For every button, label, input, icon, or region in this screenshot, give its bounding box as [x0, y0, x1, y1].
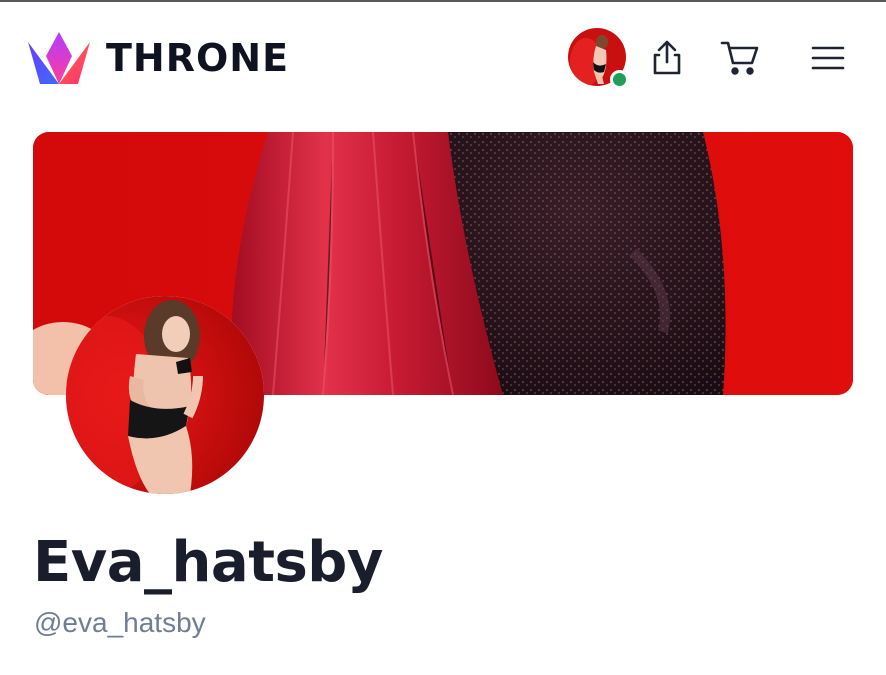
cart-button[interactable] [720, 38, 760, 78]
site-header: THRONE [0, 2, 886, 112]
brand-logo-link[interactable]: THRONE [26, 30, 289, 86]
brand-name: THRONE [106, 36, 290, 80]
menu-button[interactable] [808, 38, 848, 78]
online-status-dot [610, 70, 629, 89]
crown-logo-icon [28, 32, 90, 84]
hamburger-menu-icon [811, 46, 845, 70]
user-avatar-button[interactable] [568, 28, 629, 89]
cart-icon [720, 41, 759, 75]
share-button[interactable] [647, 38, 687, 78]
profile-photo [66, 296, 264, 494]
profile-display-name: Eva_hatsby [33, 530, 383, 595]
profile-avatar[interactable] [66, 296, 264, 494]
share-icon [653, 40, 681, 75]
profile-handle: @eva_hatsby [34, 607, 206, 638]
